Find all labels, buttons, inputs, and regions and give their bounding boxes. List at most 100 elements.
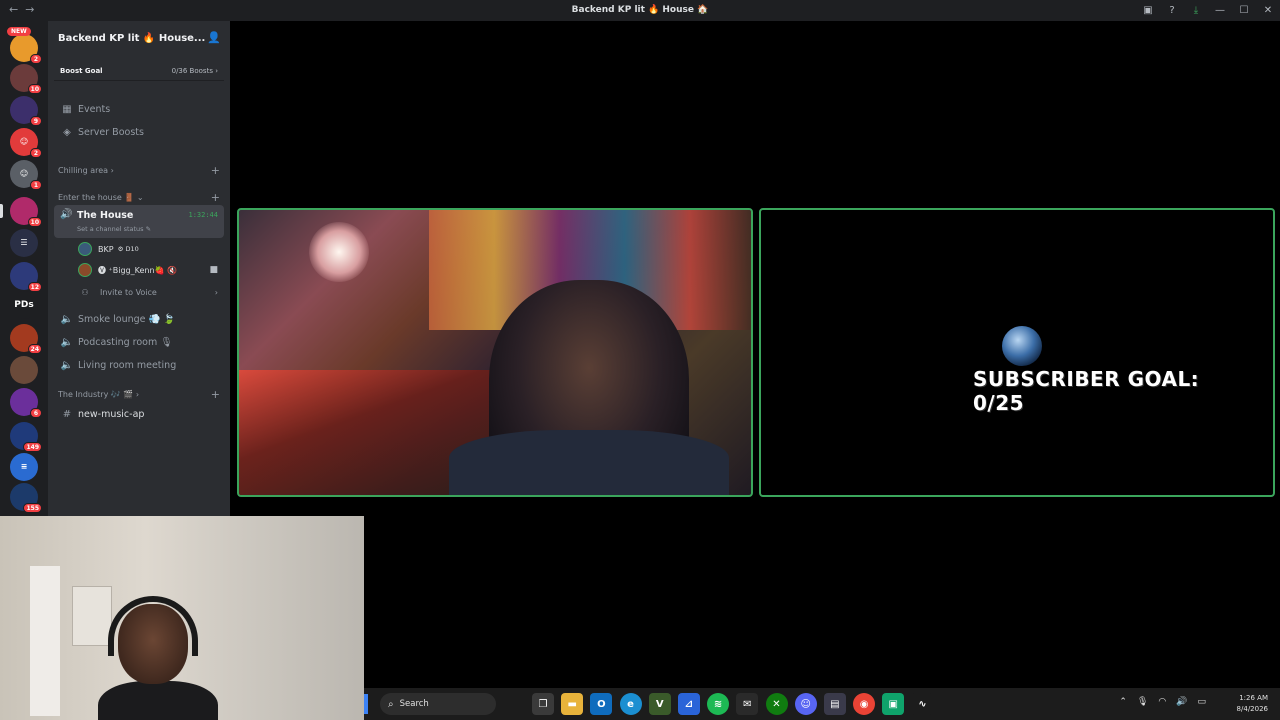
avatar [78,263,92,277]
system-tray: ⌃ 🎙 ◠ 🔊 ▭ [1109,697,1206,707]
wifi-icon[interactable]: ◠ [1158,697,1166,707]
voice-channel-the-house[interactable]: 🔊 The House 1:32:44 Set a channel status… [54,205,224,238]
visual-studio-icon[interactable]: ⊿ [677,693,700,715]
category-enter-the-house[interactable]: Enter the house 🚪 ⌄ + [58,191,226,204]
category-the-industry[interactable]: The Industry 🎶 🎬 › + [58,388,226,401]
microphone-icon[interactable]: 🎙 [1137,697,1148,707]
lamp-light [309,222,369,282]
search-icon: ⌕ [388,698,394,710]
mail-icon[interactable]: ✉ [736,693,759,715]
globe-icon [1002,326,1042,366]
voice-channel-podcasting-room[interactable]: 🔈 Podcasting room 🎙 [54,332,224,352]
hash-icon: # [62,408,72,420]
server-icon[interactable]: 6 [10,388,42,418]
discord-server-icon[interactable]: ☺ 2 [10,128,42,158]
taskbar-search[interactable]: ⌕ Search [380,693,496,715]
download-icon[interactable]: ⤓ [1184,5,1208,16]
volume-icon[interactable]: 🔊 [1176,697,1187,707]
battery-icon[interactable]: ▭ [1197,697,1206,707]
server-list: NEW 2 10 9 ☺ 2 ☺ 1 10 ☰ 12 PDs 24 6 149 ≡ … [0,21,48,516]
selected-server-pill [0,204,3,218]
app-icon[interactable]: ▤ [823,693,846,715]
add-user-icon[interactable]: 👤 [207,31,221,44]
server-icon[interactable]: 2 [10,34,42,64]
spotify-icon[interactable]: ≋ [707,693,730,715]
vim-icon[interactable]: V [648,693,671,715]
discord-server-icon[interactable]: ☺ 1 [10,160,42,190]
server-name: Backend KP lit 🔥 House... [58,32,206,44]
calendar-icon: ▦ [62,103,72,115]
clock[interactable]: 1:26 AM 8/4/2026 [1237,693,1268,715]
file-explorer-icon[interactable]: ▬ [561,693,584,715]
category-chilling-area[interactable]: Chilling area › + [58,164,226,177]
webcam-overlay [0,516,364,720]
speaker-icon: 🔈 [60,336,74,348]
avatar [78,242,92,256]
server-icon[interactable]: 12 [10,262,42,292]
server-pds[interactable]: PDs [10,291,38,319]
task-view-icon[interactable]: ❐ [532,693,554,715]
list-server-icon[interactable]: ☰ [10,229,38,257]
server-header[interactable]: Backend KP lit 🔥 House... ⌄ 👤 [48,21,230,55]
server-icon[interactable]: 9 [10,96,42,126]
window-title: Backend KP lit 🔥 House 🏠 [571,5,709,15]
chevron-right-icon: › [214,287,218,297]
server-icon[interactable]: 149 [10,422,42,452]
person-add-icon: ⚇ [81,287,89,297]
video-tile-webcam[interactable] [237,208,753,497]
server-icon[interactable] [10,356,38,384]
server-icon[interactable]: 10 [10,197,42,227]
channel-sidebar: Backend KP lit 🔥 House... ⌄ 👤 Boost Goal… [48,21,230,516]
outlook-icon[interactable]: O [590,693,613,715]
voice-user-bigg-kenn[interactable]: 🅥 ⁺Bigg_Kenn🍓 🔇 ■ [78,261,224,279]
speaker-icon: 🔈 [60,359,74,371]
windows-taskbar: ⌕ Search ❐ ▬ O e V ⊿ ≋ ✉ ✕ ☺ ▤ ◉ ▣ ∿ ⌃ 🎙… [364,688,1280,720]
voice-channel-living-room[interactable]: 🔈 Living room meeting [54,355,224,375]
titlebar-controls: ▣ ? ⤓ — ☐ ✕ [1136,0,1280,21]
edge-icon[interactable]: e [619,693,642,715]
chrome-icon[interactable]: ◉ [853,693,876,715]
webcam-person [98,586,218,720]
voice-user-bkp[interactable]: BKP ⚙ D10 [78,240,224,258]
events-item[interactable]: ▦ Events [54,99,224,119]
taskbar-apps: ❐ ▬ O e V ⊿ ≋ ✉ ✕ ☺ ▤ ◉ ▣ ∿ [532,693,941,715]
server-icon[interactable]: ≡ [10,453,38,481]
maximize-icon[interactable]: ☐ [1232,5,1256,16]
inbox-icon[interactable]: ▣ [1136,5,1160,16]
video-camera-icon: ■ [209,265,218,275]
chevron-up-icon[interactable]: ⌃ [1119,697,1127,707]
new-badge: NEW [7,27,31,36]
text-channel-new-music[interactable]: # new-music-ap [54,404,224,424]
speaker-icon: 🔈 [60,313,74,325]
server-boosts-item[interactable]: ◈ Server Boosts [54,122,224,142]
headset [108,596,198,656]
help-icon[interactable]: ? [1160,5,1184,16]
taskbar-highlight [364,694,368,714]
server-icon[interactable]: 24 [10,324,42,354]
subscriber-goal-overlay: SUBSCRIBER GOAL: 0/25 [973,367,1200,415]
app-icon[interactable]: ▣ [882,693,905,715]
boost-gem-icon: ◈ [63,126,71,138]
minimize-icon[interactable]: — [1208,5,1232,16]
streamer-shirt [449,430,729,495]
discord-icon[interactable]: ☺ [794,693,817,715]
xbox-icon[interactable]: ✕ [765,693,788,715]
speaker-icon: 🔊 [60,209,73,220]
channel-name: The House [77,210,134,221]
add-channel-icon[interactable]: + [211,164,220,177]
person-body [98,681,218,720]
invite-to-voice[interactable]: ⚇ Invite to Voice › [78,284,224,300]
call-timer: 1:32:44 [188,211,218,219]
add-channel-icon[interactable]: + [211,388,220,401]
app-icon[interactable]: ∿ [911,693,934,715]
add-channel-icon[interactable]: + [211,191,220,204]
voice-channel-smoke-lounge[interactable]: 🔈 Smoke lounge 💨 🍃 [54,309,224,329]
boost-goal-bar[interactable]: Boost Goal 0/36 Boosts › [54,61,224,81]
server-icon[interactable]: 10 [10,64,42,94]
boost-goal-label: Boost Goal [60,66,103,75]
server-icon[interactable]: 155 [10,483,42,513]
close-icon[interactable]: ✕ [1256,5,1280,16]
channel-status[interactable]: Set a channel status ✎ [77,225,151,233]
boost-count: 0/36 Boosts › [171,66,218,75]
door [30,566,60,716]
